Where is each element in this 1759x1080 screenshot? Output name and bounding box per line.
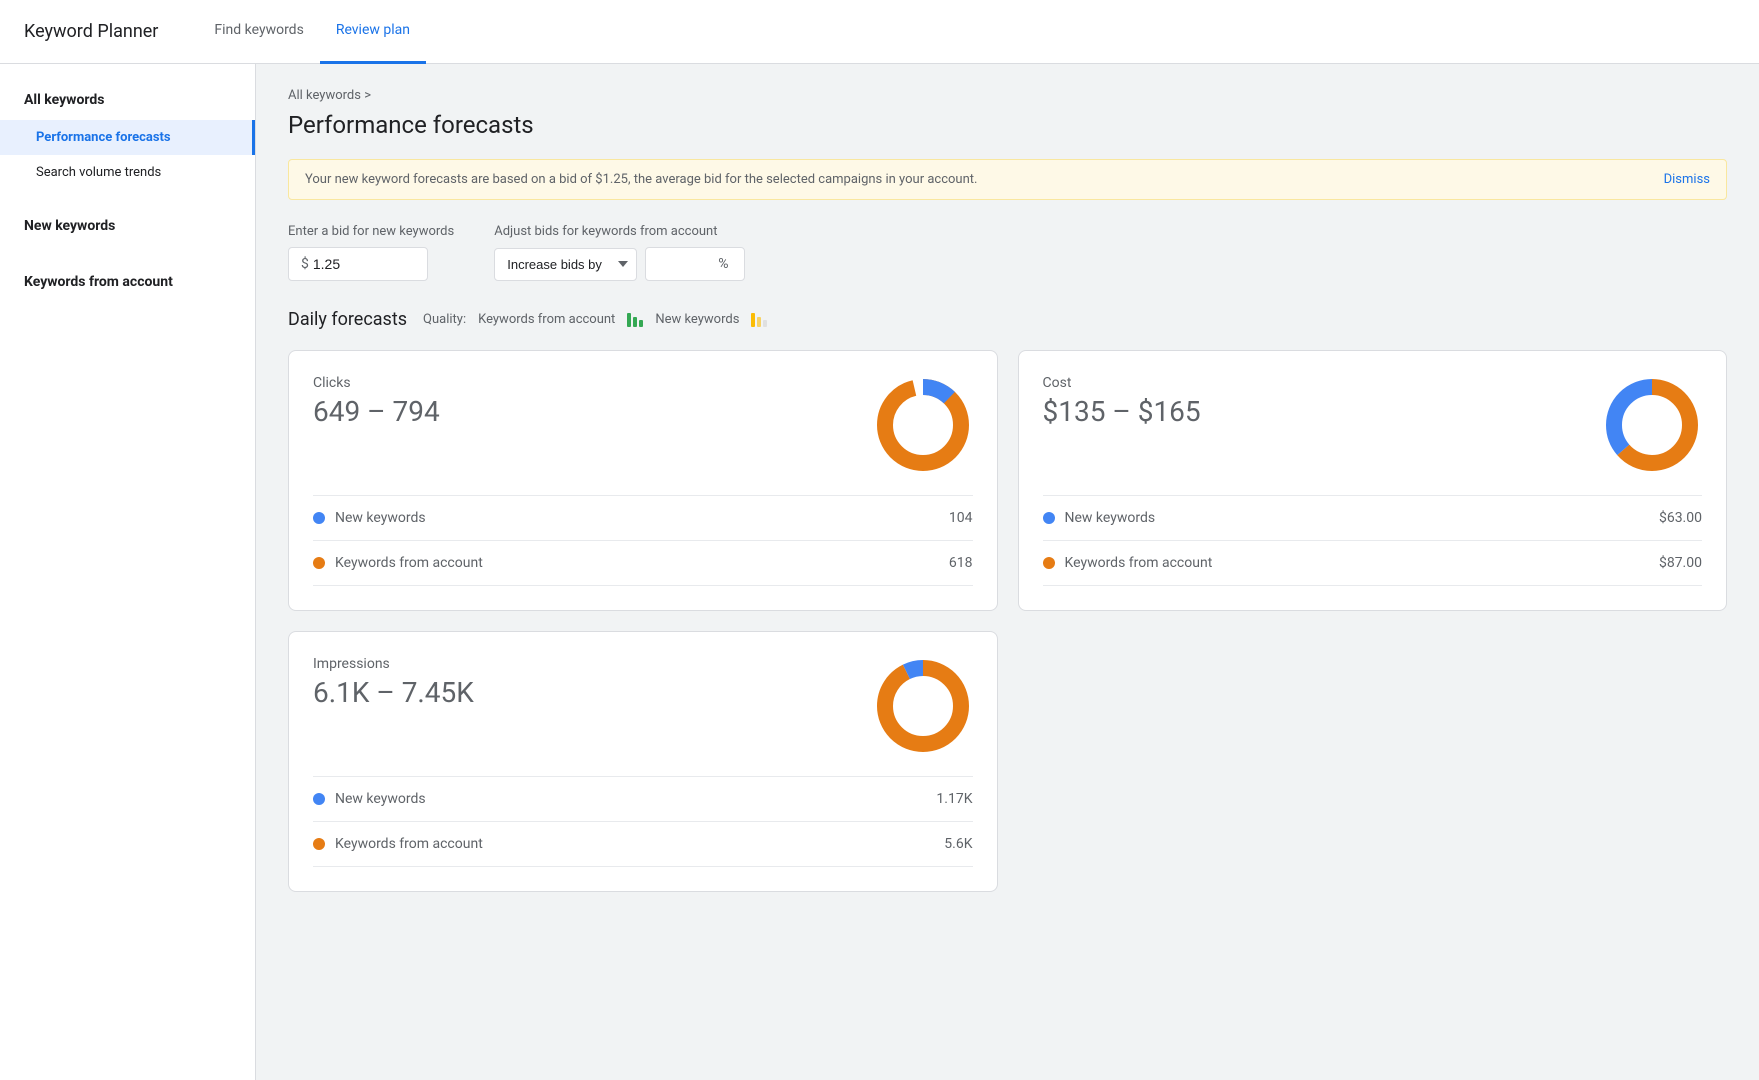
clicks-account-label: Keywords from account — [335, 555, 483, 571]
sidebar-item-new-keywords[interactable]: New keywords — [0, 206, 255, 246]
new-keywords-bid-label: Enter a bid for new keywords — [288, 224, 454, 239]
new-keywords-bid-group: Enter a bid for new keywords $ — [288, 224, 454, 281]
clicks-account-item: Keywords from account 618 — [313, 541, 973, 586]
clicks-card-info: Clicks 649 – 794 — [313, 375, 440, 428]
impressions-donut-chart — [873, 656, 973, 756]
impressions-new-dot — [313, 793, 325, 805]
clicks-legend: New keywords 104 Keywords from account 6… — [313, 495, 973, 586]
layout: All keywords Performance forecasts Searc… — [0, 64, 1759, 1080]
impressions-account-value: 5.6K — [944, 836, 972, 852]
cost-legend: New keywords $63.00 Keywords from accoun… — [1043, 495, 1703, 586]
impressions-value: 6.1K – 7.45K — [313, 676, 474, 709]
cost-new-value: $63.00 — [1659, 510, 1702, 526]
clicks-card: Clicks 649 – 794 — [288, 350, 998, 611]
dismiss-button[interactable]: Dismiss — [1664, 172, 1710, 187]
cost-new-dot — [1043, 512, 1055, 524]
clicks-account-value: 618 — [949, 555, 973, 571]
clicks-label: Clicks — [313, 375, 440, 391]
new-bar-1 — [751, 313, 755, 327]
account-legend-bars — [627, 313, 643, 327]
nav-tabs: Find keywords Review plan — [198, 0, 426, 63]
sidebar-item-search-volume-trends[interactable]: Search volume trends — [0, 155, 255, 190]
cost-new-keywords-item: New keywords $63.00 — [1043, 496, 1703, 541]
alert-text: Your new keyword forecasts are based on … — [305, 172, 1656, 187]
impressions-account-label: Keywords from account — [335, 836, 483, 852]
impressions-new-keywords-item: New keywords 1.17K — [313, 777, 973, 822]
tab-find-keywords[interactable]: Find keywords — [198, 0, 319, 64]
quality-legend: Quality: Keywords from account New keywo… — [423, 312, 767, 327]
section-header: Daily forecasts Quality: Keywords from a… — [288, 309, 1727, 330]
cost-account-dot — [1043, 557, 1055, 569]
account-legend-label: Keywords from account — [478, 312, 615, 327]
sidebar-section-keywords-from-account: Keywords from account — [0, 254, 255, 310]
header: Keyword Planner Find keywords Review pla… — [0, 0, 1759, 64]
bid-input[interactable] — [313, 256, 393, 272]
sidebar-item-all-keywords[interactable]: All keywords — [0, 80, 255, 120]
cost-account-item: Keywords from account $87.00 — [1043, 541, 1703, 586]
adjust-bids-wrapper: Increase bids by Decrease bids by Set bi… — [494, 247, 745, 281]
cost-card: Cost $135 – $165 — [1018, 350, 1728, 611]
new-legend-bars — [751, 313, 767, 327]
clicks-new-dot — [313, 512, 325, 524]
adjust-bids-label: Adjust bids for keywords from account — [494, 224, 745, 239]
impressions-card-info: Impressions 6.1K – 7.45K — [313, 656, 474, 709]
clicks-donut-chart — [873, 375, 973, 475]
quality-label: Quality: — [423, 312, 466, 327]
percent-input[interactable] — [658, 256, 718, 272]
account-bar-1 — [627, 313, 631, 327]
breadcrumb: All keywords > — [288, 88, 1727, 103]
cost-donut-svg — [1602, 375, 1702, 475]
clicks-new-label: New keywords — [335, 510, 426, 526]
account-bar-3 — [639, 320, 643, 327]
sidebar-section-all-keywords: All keywords Performance forecasts Searc… — [0, 72, 255, 198]
clicks-account-dot — [313, 557, 325, 569]
alert-banner: Your new keyword forecasts are based on … — [288, 159, 1727, 200]
bid-controls: Enter a bid for new keywords $ Adjust bi… — [288, 224, 1727, 281]
impressions-card-header: Impressions 6.1K – 7.45K — [313, 656, 973, 756]
percent-input-wrapper: % — [645, 247, 745, 281]
sidebar-section-new-keywords: New keywords — [0, 198, 255, 254]
sidebar: All keywords Performance forecasts Searc… — [0, 64, 256, 1080]
page-title: Performance forecasts — [288, 111, 1727, 139]
cost-card-info: Cost $135 – $165 — [1043, 375, 1201, 428]
cost-card-header: Cost $135 – $165 — [1043, 375, 1703, 475]
cost-donut-chart — [1602, 375, 1702, 475]
cost-account-value: $87.00 — [1659, 555, 1702, 571]
tab-review-plan[interactable]: Review plan — [320, 0, 426, 64]
new-bar-3 — [763, 320, 767, 327]
bid-input-wrapper: $ — [288, 247, 428, 281]
adjust-bids-group: Adjust bids for keywords from account In… — [494, 224, 745, 281]
impressions-card: Impressions 6.1K – 7.45K New k — [288, 631, 998, 892]
sidebar-item-keywords-from-account[interactable]: Keywords from account — [0, 262, 255, 302]
clicks-card-header: Clicks 649 – 794 — [313, 375, 973, 475]
cost-account-label: Keywords from account — [1065, 555, 1213, 571]
daily-forecasts-title: Daily forecasts — [288, 309, 407, 330]
clicks-new-keywords-item: New keywords 104 — [313, 496, 973, 541]
cost-new-label: New keywords — [1065, 510, 1156, 526]
clicks-value: 649 – 794 — [313, 395, 440, 428]
clicks-donut-svg — [873, 375, 973, 475]
sidebar-item-performance-forecasts[interactable]: Performance forecasts — [0, 120, 255, 155]
main-content: All keywords > Performance forecasts You… — [256, 64, 1759, 1080]
impressions-new-label: New keywords — [335, 791, 426, 807]
breadcrumb-separator: > — [364, 88, 371, 103]
account-bar-2 — [633, 317, 637, 327]
currency-symbol: $ — [301, 256, 309, 272]
impressions-account-dot — [313, 838, 325, 850]
cost-value: $135 – $165 — [1043, 395, 1201, 428]
app-title: Keyword Planner — [24, 21, 158, 42]
breadcrumb-parent[interactable]: All keywords — [288, 88, 361, 103]
adjust-bids-select[interactable]: Increase bids by Decrease bids by Set bi… — [494, 248, 637, 281]
impressions-new-value: 1.17K — [936, 791, 972, 807]
new-legend-label: New keywords — [655, 312, 739, 327]
impressions-legend: New keywords 1.17K Keywords from account… — [313, 776, 973, 867]
impressions-account-item: Keywords from account 5.6K — [313, 822, 973, 867]
clicks-new-value: 104 — [949, 510, 973, 526]
cost-label: Cost — [1043, 375, 1201, 391]
new-bar-2 — [757, 317, 761, 327]
percent-sign: % — [718, 256, 728, 272]
cards-grid: Clicks 649 – 794 — [288, 350, 1727, 611]
impressions-label: Impressions — [313, 656, 474, 672]
impressions-donut-svg — [873, 656, 973, 756]
